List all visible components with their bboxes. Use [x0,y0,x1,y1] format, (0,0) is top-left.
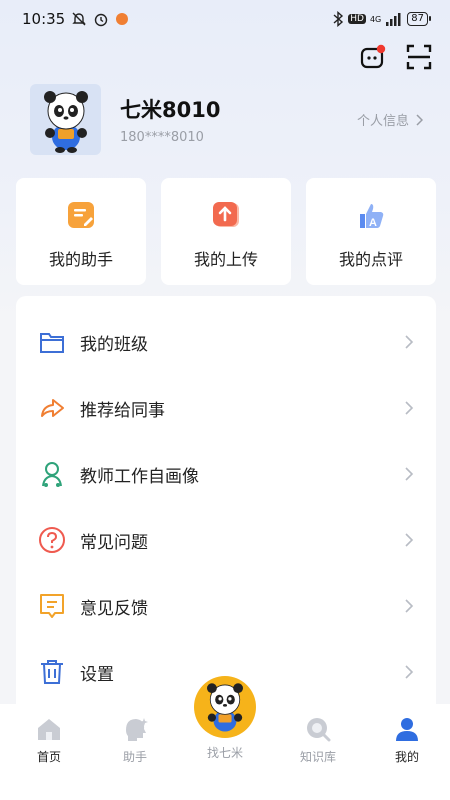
menu-list: 我的班级 推荐给同事 教师工作自画像 常见问题 意见反馈 设置 [16,296,436,716]
tab-knowledge[interactable]: 知识库 [283,716,353,765]
chevron-right-icon [405,599,414,613]
message-robot-icon [360,44,386,69]
message-button[interactable] [360,44,386,70]
tab-knowledge-label: 知识库 [299,750,336,764]
chevron-right-icon [405,335,414,349]
feedback-icon [40,594,64,618]
my-review-label: 我的点评 [338,250,403,269]
find-qimi-button[interactable] [194,676,256,738]
menu-label-settings: 设置 [80,664,114,685]
trash-settings-icon [41,660,63,684]
my-upload-card[interactable]: 我的上传 [161,178,291,285]
personal-info-label: 个人信息 [356,114,409,129]
avatar[interactable] [30,84,101,155]
my-assistant-card[interactable]: 我的助手 [16,178,146,285]
assistant-head-icon [126,718,148,741]
menu-label-teacher-portrait: 教师工作自画像 [80,466,199,487]
quick-cards: 我的助手 我的上传 A 我的点评 [16,178,436,285]
status-time: 10:35 [22,10,66,28]
person-portrait-icon [42,462,62,487]
tab-mine[interactable]: 我的 [372,716,442,765]
personal-info-link[interactable]: 个人信息 [357,110,423,129]
share-arrow-icon [41,399,64,417]
profile-section[interactable]: 七米8010 180****8010 个人信息 [30,84,425,156]
thumbs-up-icon: A [360,204,384,229]
knowledge-search-icon [307,718,331,742]
question-icon [39,527,65,553]
user-profile-icon [396,718,418,741]
hd-indicator: HD [348,14,366,24]
battery-indicator: 87 [407,12,431,26]
menu-item-faq[interactable]: 常见问题 [16,507,436,573]
menu-label-feedback: 意见反馈 [80,598,148,619]
menu-item-recommend[interactable]: 推荐给同事 [16,375,436,441]
chevron-right-icon [405,533,414,547]
upload-icon [213,202,239,227]
user-name: 七米8010 [120,98,221,122]
menu-label-recommend: 推荐给同事 [80,400,165,421]
scan-icon [406,44,432,70]
menu-label-my-class: 我的班级 [80,334,148,355]
menu-item-feedback[interactable]: 意见反馈 [16,573,436,639]
user-phone: 180****8010 [120,130,204,145]
my-review-card[interactable]: A 我的点评 [306,178,436,285]
chevron-right-icon [416,113,423,126]
svg-text:A: A [369,217,377,229]
my-assistant-label: 我的助手 [48,250,113,269]
tab-home[interactable]: 首页 [14,716,84,765]
menu-item-teacher-portrait[interactable]: 教师工作自画像 [16,441,436,507]
folder-icon [40,333,64,353]
tab-assistant[interactable]: 助手 [100,716,170,765]
tab-assistant-label: 助手 [122,750,147,764]
bluetooth-icon [333,11,344,27]
menu-label-faq: 常见问题 [80,532,148,553]
chevron-right-icon [405,401,414,415]
chevron-right-icon [405,467,414,481]
notifications-off-icon [72,12,86,26]
tab-find-qimi[interactable]: 找七米 [190,676,260,761]
chevron-right-icon [405,665,414,679]
app-notification-icon [116,13,129,25]
tab-find-qimi-label: 找七米 [206,746,243,760]
panda-mascot-icon [43,90,88,153]
status-bar: 10:35 HD 4G 87 [0,0,450,38]
tab-home-label: 首页 [36,750,61,764]
my-upload-label: 我的上传 [193,250,258,269]
signal-icon [386,13,401,26]
tab-mine-label: 我的 [394,750,419,764]
home-icon [38,719,60,740]
alarm-icon [95,13,108,27]
panda-mascot-icon [207,683,243,732]
network-type: 4G [369,14,382,24]
assistant-note-icon [68,202,94,228]
top-actions [360,44,432,70]
scan-button[interactable] [406,44,432,70]
menu-item-my-class[interactable]: 我的班级 [16,309,436,375]
